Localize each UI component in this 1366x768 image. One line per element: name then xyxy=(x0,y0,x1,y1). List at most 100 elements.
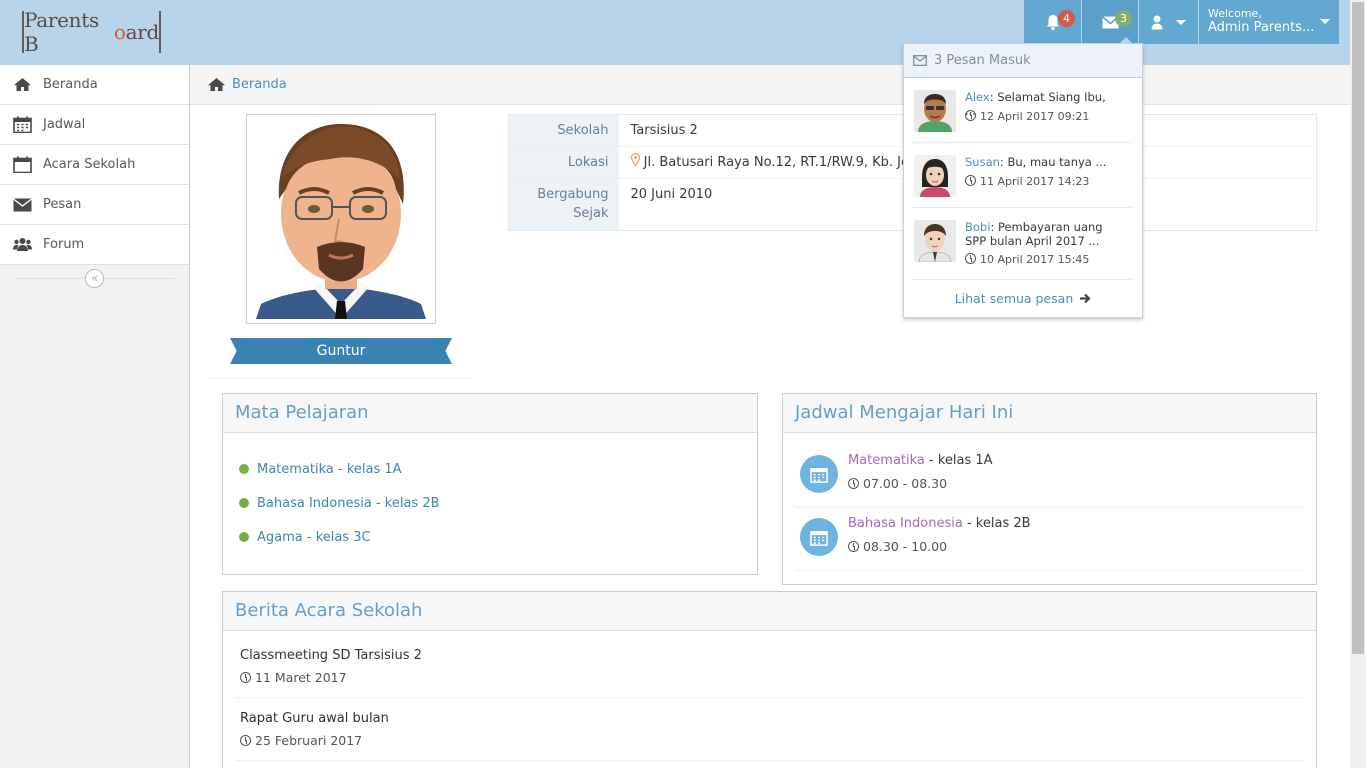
message-sender: Bobi xyxy=(965,220,991,234)
schedule-widget: Jadwal Mengajar Hari Ini Matematika - ke… xyxy=(782,393,1317,585)
message-preview: Bobi: Pembayaran uang SPP bulan April 20… xyxy=(965,220,1103,248)
bobi-avatar xyxy=(914,220,956,262)
caret-down-icon xyxy=(1176,19,1186,25)
subjects-widget-title: Mata Pelajaran xyxy=(223,394,757,433)
sidebar-item-pesan[interactable]: Pesan xyxy=(0,185,189,225)
double-chevron-left-icon[interactable]: « xyxy=(85,269,104,288)
message-time: 10 April 2017 15:45 xyxy=(965,253,1089,266)
sidebar-item-label: Jadwal xyxy=(43,117,86,132)
page-scrollbar[interactable] xyxy=(1350,0,1366,768)
calendar-icon xyxy=(800,518,838,556)
clock-icon xyxy=(240,735,251,746)
messages-dropdown-title: 3 Pesan Masuk xyxy=(934,53,1031,68)
sidebar-item-forum[interactable]: Forum xyxy=(0,225,189,265)
logo-text-highlight: o xyxy=(113,20,126,44)
notifications-button[interactable]: 4 xyxy=(1024,0,1081,44)
view-all-messages-link[interactable]: Lihat semua pesan xyxy=(904,280,1142,316)
home-icon xyxy=(208,78,225,91)
clock-icon xyxy=(965,253,976,264)
info-label: Sekolah xyxy=(508,114,619,147)
subject-item[interactable]: Matematika - kelas 1A xyxy=(223,452,757,486)
breadcrumb: Beranda xyxy=(190,65,1350,105)
sidebar: Beranda Jadwal Acara Sekolah Pesan Forum… xyxy=(0,65,190,768)
news-item[interactable]: Rapat Guru awal bulan 25 Februari 2017 xyxy=(235,698,1304,761)
user-name: Admin Parents... xyxy=(1208,20,1315,35)
scrollbar-thumb[interactable] xyxy=(1352,2,1364,654)
schedule-subject-link[interactable]: Bahasa Indonesia xyxy=(848,516,963,531)
schedule-subject-link[interactable]: Matematika xyxy=(848,453,925,468)
message-sender: Alex xyxy=(965,90,990,104)
subject-link[interactable]: Agama - kelas 3C xyxy=(257,530,371,545)
profile-divider xyxy=(209,378,471,379)
schedule-time-text: 07.00 - 08.30 xyxy=(863,476,948,491)
news-date: 25 Februari 2017 xyxy=(240,733,1299,748)
view-all-messages-label: Lihat semua pesan xyxy=(954,290,1074,306)
sidebar-item-label: Pesan xyxy=(43,197,82,212)
messages-badge: 3 xyxy=(1115,10,1132,27)
info-value: Jl. Batusari Raya No.12, RT.1/RW.9, Kb. … xyxy=(643,155,931,170)
main-content: Guntur Sekolah Tarsisius 2 Lokasi Jl. Ba… xyxy=(190,105,1350,768)
clock-icon xyxy=(965,175,976,186)
welcome-user-button[interactable]: Welcome, Admin Parents... xyxy=(1199,0,1339,44)
clock-icon xyxy=(965,110,976,121)
subject-link[interactable]: Matematika - kelas 1A xyxy=(257,462,402,477)
map-marker-icon xyxy=(630,152,640,167)
clock-icon xyxy=(240,672,251,683)
subject-item[interactable]: Agama - kelas 3C xyxy=(223,520,757,554)
teacher-avatar-image xyxy=(251,119,431,319)
sidebar-item-label: Acara Sekolah xyxy=(43,157,136,172)
news-date-text: 25 Februari 2017 xyxy=(255,733,363,748)
subject-link[interactable]: Bahasa Indonesia - kelas 2B xyxy=(257,496,440,511)
news-widget: Berita Acara Sekolah Classmeeting SD Tar… xyxy=(222,591,1317,768)
message-time-text: 10 April 2017 15:45 xyxy=(980,253,1090,266)
logo-text-part1: Parents B xyxy=(24,8,99,56)
message-item[interactable]: Alex: Selamat Siang Ibu, ... 12 April 20… xyxy=(912,78,1134,143)
schedule-title: Bahasa Indonesia - kelas 2B xyxy=(848,516,1031,531)
schedule-class: - kelas 2B xyxy=(962,516,1031,531)
sidebar-item-label: Forum xyxy=(43,237,85,252)
bullet-dot-icon xyxy=(239,532,249,542)
news-item[interactable]: Classmeeting SD Tarsisius 2 11 Maret 201… xyxy=(235,635,1304,698)
sidebar-collapse: « xyxy=(0,265,189,291)
breadcrumb-home-link[interactable]: Beranda xyxy=(232,77,287,92)
schedule-item: Matematika - kelas 1A 07.00 - 08.30 xyxy=(795,445,1304,508)
notifications-badge: 4 xyxy=(1058,10,1075,27)
susan-avatar xyxy=(914,155,956,197)
schedule-time: 08.30 - 10.00 xyxy=(848,539,947,554)
message-time-text: 12 April 2017 09:21 xyxy=(980,110,1090,123)
messages-dropdown-header: 3 Pesan Masuk xyxy=(904,44,1142,78)
envelope-outline-icon xyxy=(913,55,927,66)
sidebar-item-beranda[interactable]: Beranda xyxy=(0,65,189,105)
calendar-icon xyxy=(13,116,32,133)
users-icon xyxy=(13,238,32,251)
message-item[interactable]: Susan: Bu, mau tanya ... 11 April 2017 1… xyxy=(912,143,1134,208)
news-title: Classmeeting SD Tarsisius 2 xyxy=(240,648,422,663)
subject-item[interactable]: Bahasa Indonesia - kelas 2B xyxy=(223,486,757,520)
profile-name-ribbon: Guntur xyxy=(230,338,452,364)
sidebar-item-acara-sekolah[interactable]: Acara Sekolah xyxy=(0,145,189,185)
schedule-time-text: 08.30 - 10.00 xyxy=(863,539,948,554)
home-icon xyxy=(14,78,31,91)
info-label: Lokasi xyxy=(508,146,619,179)
welcome-label: Welcome, xyxy=(1208,7,1262,20)
subjects-widget: Mata Pelajaran Matematika - kelas 1A Bah… xyxy=(222,393,758,575)
clock-icon xyxy=(848,541,859,552)
parents-board-logo[interactable]: Parents B o ard xyxy=(22,8,161,56)
arrow-right-icon xyxy=(1080,293,1091,303)
calendar-icon xyxy=(800,455,838,493)
sidebar-item-label: Beranda xyxy=(43,77,98,92)
user-menu-button[interactable] xyxy=(1139,0,1198,44)
schedule-time: 07.00 - 08.30 xyxy=(848,476,947,491)
sidebar-item-jadwal[interactable]: Jadwal xyxy=(0,105,189,145)
message-time: 11 April 2017 14:23 xyxy=(965,175,1089,188)
info-label: Bergabung Sejak xyxy=(508,178,619,231)
message-preview: Susan: Bu, mau tanya ... xyxy=(965,155,1107,169)
envelope-icon xyxy=(13,197,32,211)
logo-text-part2: ard xyxy=(125,20,160,44)
message-item[interactable]: Bobi: Pembayaran uang SPP bulan April 20… xyxy=(912,208,1134,280)
bullet-dot-icon xyxy=(239,464,249,474)
news-title: Rapat Guru awal bulan xyxy=(240,711,389,726)
user-icon xyxy=(1151,15,1163,29)
schedule-item: Bahasa Indonesia - kelas 2B 08.30 - 10.0… xyxy=(795,508,1304,571)
clock-icon xyxy=(848,478,859,489)
